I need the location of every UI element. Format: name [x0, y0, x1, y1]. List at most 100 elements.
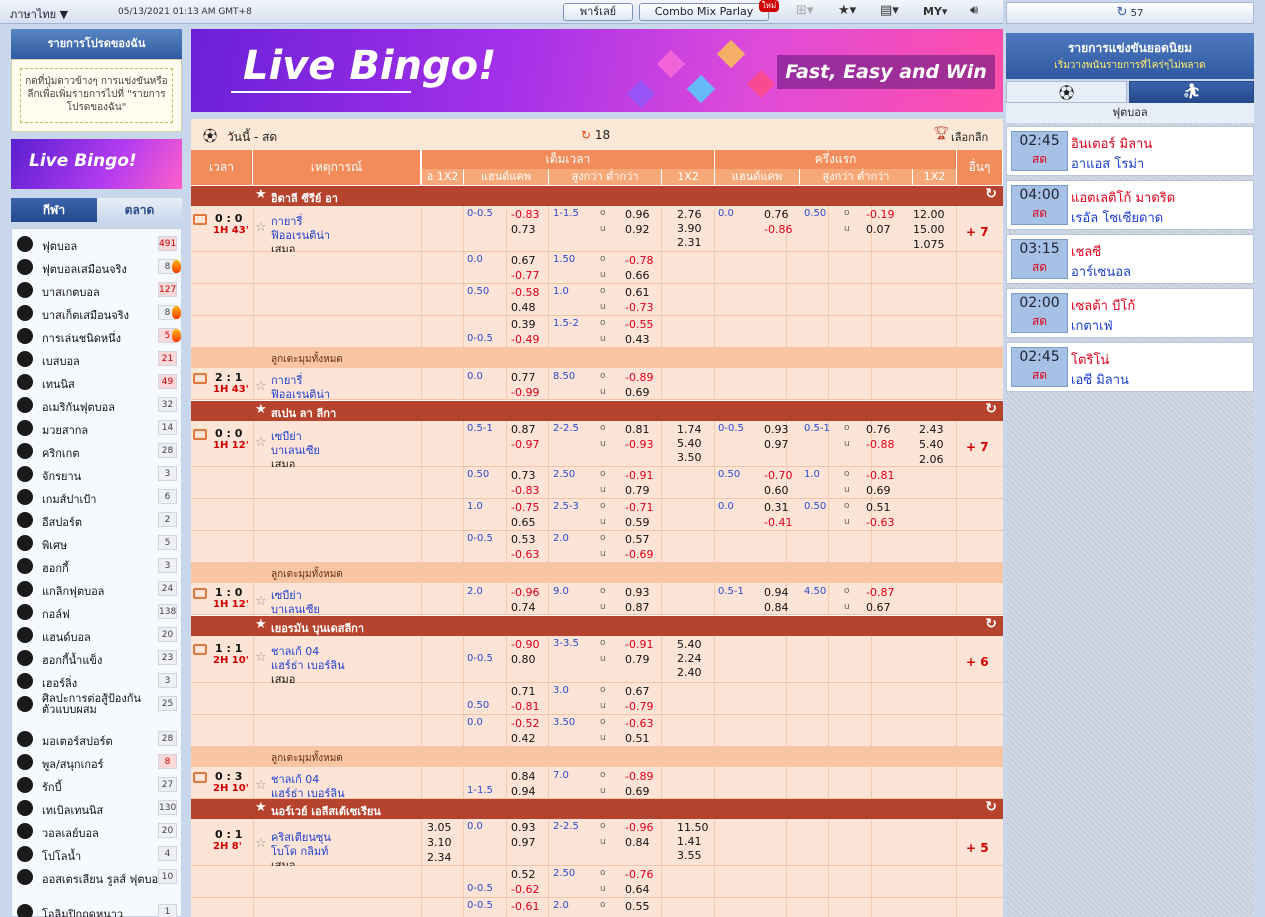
ft-odds[interactable]: 0.57 — [625, 533, 650, 546]
ft-odds[interactable]: 0.84 — [511, 770, 536, 783]
sport-row-cycling[interactable]: จักรยาน 3 — [12, 462, 183, 485]
ft-odds[interactable]: 0.77 — [511, 371, 536, 384]
ft-odds[interactable]: 0.87 — [511, 423, 536, 436]
ft-odds[interactable]: 0.71 — [511, 685, 536, 698]
ft-odds[interactable]: 0.51 — [625, 732, 650, 745]
fh-odds[interactable]: -0.41 — [764, 516, 792, 529]
ft-odds[interactable]: -0.69 — [625, 548, 653, 561]
1x2-odds[interactable]: 3.10 — [427, 836, 452, 849]
star-icon[interactable]: ★▾ — [838, 3, 856, 18]
tab-sports[interactable]: กีฬา — [11, 198, 97, 222]
away-team[interactable]: อาร์เซนอล — [1071, 261, 1131, 282]
ft-odds[interactable]: 0.39 — [511, 318, 536, 331]
right-refresh-bar[interactable]: ↻ 57 — [1006, 2, 1254, 24]
tv-icon[interactable] — [193, 429, 207, 440]
tv-icon[interactable] — [193, 588, 207, 599]
ft-odds[interactable]: 0.96 — [625, 208, 650, 221]
1x2-odds[interactable]: 5.40 — [677, 638, 702, 651]
ft-odds[interactable]: 0.61 — [625, 286, 650, 299]
fh-odds[interactable]: 0.76 — [764, 208, 789, 221]
1x2-odds[interactable]: 2.06 — [919, 453, 944, 466]
star-icon[interactable]: ★ — [255, 187, 267, 202]
ft-odds[interactable]: -0.78 — [625, 254, 653, 267]
1x2-odds[interactable]: 2.76 — [677, 208, 702, 221]
more-bets-button[interactable]: + 7 — [966, 440, 989, 454]
tab-markets[interactable]: ตลาด — [97, 198, 182, 222]
ft-odds[interactable]: -0.99 — [511, 386, 539, 399]
ft-odds[interactable]: -0.52 — [511, 717, 539, 730]
ft-odds[interactable]: -0.73 — [625, 301, 653, 314]
sport-row-special[interactable]: พิเศษ 5 — [12, 531, 183, 554]
1x2-odds[interactable]: 2.40 — [677, 666, 702, 679]
ft-odds[interactable]: 0.52 — [511, 868, 536, 881]
league-row[interactable]: ★ อิตาลี ซีรีย์ อา ↻ — [191, 186, 1003, 206]
ft-odds[interactable]: -0.63 — [511, 548, 539, 561]
tab-popular-soccer[interactable]: ⚽︎ — [1006, 81, 1127, 103]
star-icon[interactable]: ★ — [255, 617, 267, 632]
home-team[interactable]: โตริโน่ — [1071, 349, 1109, 370]
star-icon[interactable]: ★ — [255, 800, 267, 815]
ft-odds[interactable]: 0.94 — [511, 785, 536, 798]
ft-odds[interactable]: -0.97 — [511, 438, 539, 451]
fh-odds[interactable]: -0.81 — [866, 469, 894, 482]
fh-odds[interactable]: -0.88 — [866, 438, 894, 451]
popular-match-card[interactable]: 02:45 สด โตริโน่ เอซี มิลาน — [1006, 342, 1254, 392]
1x2-odds[interactable]: 2.34 — [427, 851, 452, 864]
ft-odds[interactable]: -0.49 — [511, 333, 539, 346]
tv-icon[interactable] — [193, 644, 207, 655]
refresh-icon[interactable]: ↻ — [985, 799, 997, 815]
league-row[interactable]: ★ เยอรมัน บุนเดสลีกา ↻ — [191, 616, 1003, 636]
ft-odds[interactable]: -0.83 — [511, 208, 539, 221]
away-team[interactable]: เรอัล โซเซียดาด — [1071, 207, 1163, 228]
fh-odds[interactable]: 0.69 — [866, 484, 891, 497]
ft-odds[interactable]: -0.79 — [625, 700, 653, 713]
tv-icon[interactable] — [193, 373, 207, 384]
away-team[interactable]: เกตาเฟ่ — [1071, 315, 1113, 336]
sport-row-handball[interactable]: แฮนด์บอล 20 — [12, 623, 183, 646]
add-icon[interactable]: ⊞▾ — [796, 3, 813, 18]
ft-odds[interactable]: -0.81 — [511, 700, 539, 713]
1x2-odds[interactable]: 2.43 — [919, 423, 944, 436]
ft-odds[interactable]: -0.76 — [625, 868, 653, 881]
ft-odds[interactable]: -0.96 — [511, 586, 539, 599]
ft-odds[interactable]: -0.75 — [511, 501, 539, 514]
tv-icon[interactable] — [193, 772, 207, 783]
ft-odds[interactable]: -0.61 — [511, 900, 539, 913]
ft-odds[interactable]: 0.66 — [625, 269, 650, 282]
ft-odds[interactable]: 0.73 — [511, 223, 536, 236]
favorite-star-icon[interactable]: ☆ — [255, 594, 267, 609]
ft-odds[interactable]: 0.74 — [511, 601, 536, 614]
ft-odds[interactable]: 0.73 — [511, 469, 536, 482]
away-team[interactable]: อาแอส โรม่า — [1071, 153, 1144, 174]
sport-row-motorsport[interactable]: มอเตอร์สปอร์ต 28 — [12, 727, 183, 750]
sport-row-snooker[interactable]: พูล/สนุกเกอร์ 8 — [12, 750, 183, 773]
parlay-button[interactable]: พาร์เลย์ — [563, 3, 633, 21]
language-selector[interactable]: ภาษาไทย ▼ — [10, 5, 68, 23]
sport-row-baseball[interactable]: เบสบอล 21 — [12, 347, 183, 370]
sport-row-rugby[interactable]: รักบี้ 27 — [12, 773, 183, 796]
ft-odds[interactable]: -0.77 — [511, 269, 539, 282]
fh-odds[interactable]: -0.86 — [764, 223, 792, 236]
sound-icon[interactable]: 🔊︎ — [970, 3, 978, 18]
ft-odds[interactable]: 0.93 — [625, 586, 650, 599]
ft-odds[interactable]: -0.93 — [625, 438, 653, 451]
1x2-odds[interactable]: 5.40 — [677, 437, 702, 450]
ft-odds[interactable]: 0.43 — [625, 333, 650, 346]
favorite-star-icon[interactable]: ☆ — [255, 650, 267, 665]
sport-row-cricket[interactable]: คริกเกต 28 — [12, 439, 183, 462]
1x2-odds[interactable]: 11.50 — [677, 821, 709, 834]
1x2-odds[interactable]: 5.40 — [919, 438, 944, 451]
1x2-odds[interactable]: 3.55 — [677, 849, 702, 862]
ft-odds[interactable]: 0.69 — [625, 785, 650, 798]
home-team[interactable]: แอตเลติโก้ มาดริด — [1071, 187, 1175, 208]
sport-row-virtual-soccer[interactable]: ฟุตบอลเสมือนจริง 8 — [12, 255, 183, 278]
sport-row-winter-olympics[interactable]: โอลิมปิกฤดูหนาว 1 — [12, 900, 183, 917]
live-bingo-small-banner[interactable]: Live Bingo! — [11, 139, 182, 189]
favorite-star-icon[interactable]: ☆ — [255, 836, 267, 851]
ft-odds[interactable]: 0.80 — [511, 653, 536, 666]
sport-row-darts[interactable]: เกมส์ปาเป้า 6 — [12, 485, 183, 508]
ft-odds[interactable]: -0.71 — [625, 501, 653, 514]
1x2-odds[interactable]: 3.50 — [677, 451, 702, 464]
popular-match-card[interactable]: 02:00 สด เซลต้า บีโก้ เกตาเฟ่ — [1006, 288, 1254, 338]
ft-odds[interactable]: 0.81 — [625, 423, 650, 436]
